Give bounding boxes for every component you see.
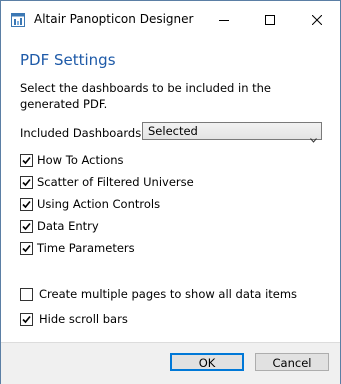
checkbox-label: Scatter of Filtered Universe [37, 175, 194, 189]
close-button[interactable] [294, 1, 340, 37]
cancel-button[interactable]: Cancel [255, 353, 329, 371]
included-dashboards-select[interactable]: Selected [142, 122, 322, 143]
checkmark-icon [22, 200, 31, 209]
included-dashboards-value: Selected [148, 124, 198, 138]
checkbox-using-action-controls[interactable] [20, 198, 33, 211]
dashboard-scatter-of-filtered-universe[interactable]: Scatter of Filtered Universe [20, 175, 194, 190]
checkbox-create-multiple-pages[interactable] [20, 288, 33, 301]
dialog-footer: OK Cancel [1, 342, 340, 384]
app-icon [11, 12, 25, 27]
included-dashboards-label: Included Dashboards [20, 126, 142, 140]
chevron-down-icon [310, 128, 317, 143]
checkbox-data-entry[interactable] [20, 220, 33, 233]
title-bar[interactable]: Altair Panopticon Designer [1, 1, 340, 37]
dashboard-data-entry[interactable]: Data Entry [20, 219, 99, 234]
checkbox-time-parameters[interactable] [20, 242, 33, 255]
dialog-description: Select the dashboards to be included in … [20, 81, 272, 111]
checkbox-label: Time Parameters [37, 241, 135, 255]
close-icon [311, 10, 323, 29]
option-create-multiple-pages[interactable]: Create multiple pages to show all data i… [20, 287, 297, 302]
checkbox-hide-scroll-bars[interactable] [20, 313, 33, 326]
dashboard-how-to-actions[interactable]: How To Actions [20, 153, 124, 168]
checkmark-icon [22, 222, 31, 231]
maximize-icon [265, 10, 275, 29]
checkbox-label: Using Action Controls [37, 197, 161, 211]
dialog-content: PDF Settings Select the dashboards to be… [1, 37, 340, 342]
checkbox-label: Hide scroll bars [39, 312, 128, 326]
checkmark-icon [22, 244, 31, 253]
checkbox-label: Data Entry [37, 219, 99, 233]
dialog-window: Altair Panopticon Designer PDF Settings … [0, 0, 341, 384]
checkbox-label: How To Actions [37, 153, 124, 167]
page-title: PDF Settings [20, 51, 116, 69]
window-title: Altair Panopticon Designer [34, 12, 194, 26]
maximize-button[interactable] [247, 1, 293, 37]
checkbox-scatter-of-filtered-universe[interactable] [20, 176, 33, 189]
minimize-icon [219, 10, 229, 29]
dashboard-time-parameters[interactable]: Time Parameters [20, 241, 135, 256]
checkbox-label: Create multiple pages to show all data i… [39, 287, 298, 301]
checkbox-how-to-actions[interactable] [20, 154, 33, 167]
checkmark-icon [22, 178, 31, 187]
dashboard-using-action-controls[interactable]: Using Action Controls [20, 197, 160, 212]
ok-button[interactable]: OK [170, 353, 244, 371]
minimize-button[interactable] [201, 1, 247, 37]
option-hide-scroll-bars[interactable]: Hide scroll bars [20, 312, 128, 327]
checkmark-icon [22, 315, 31, 324]
checkmark-icon [22, 156, 31, 165]
